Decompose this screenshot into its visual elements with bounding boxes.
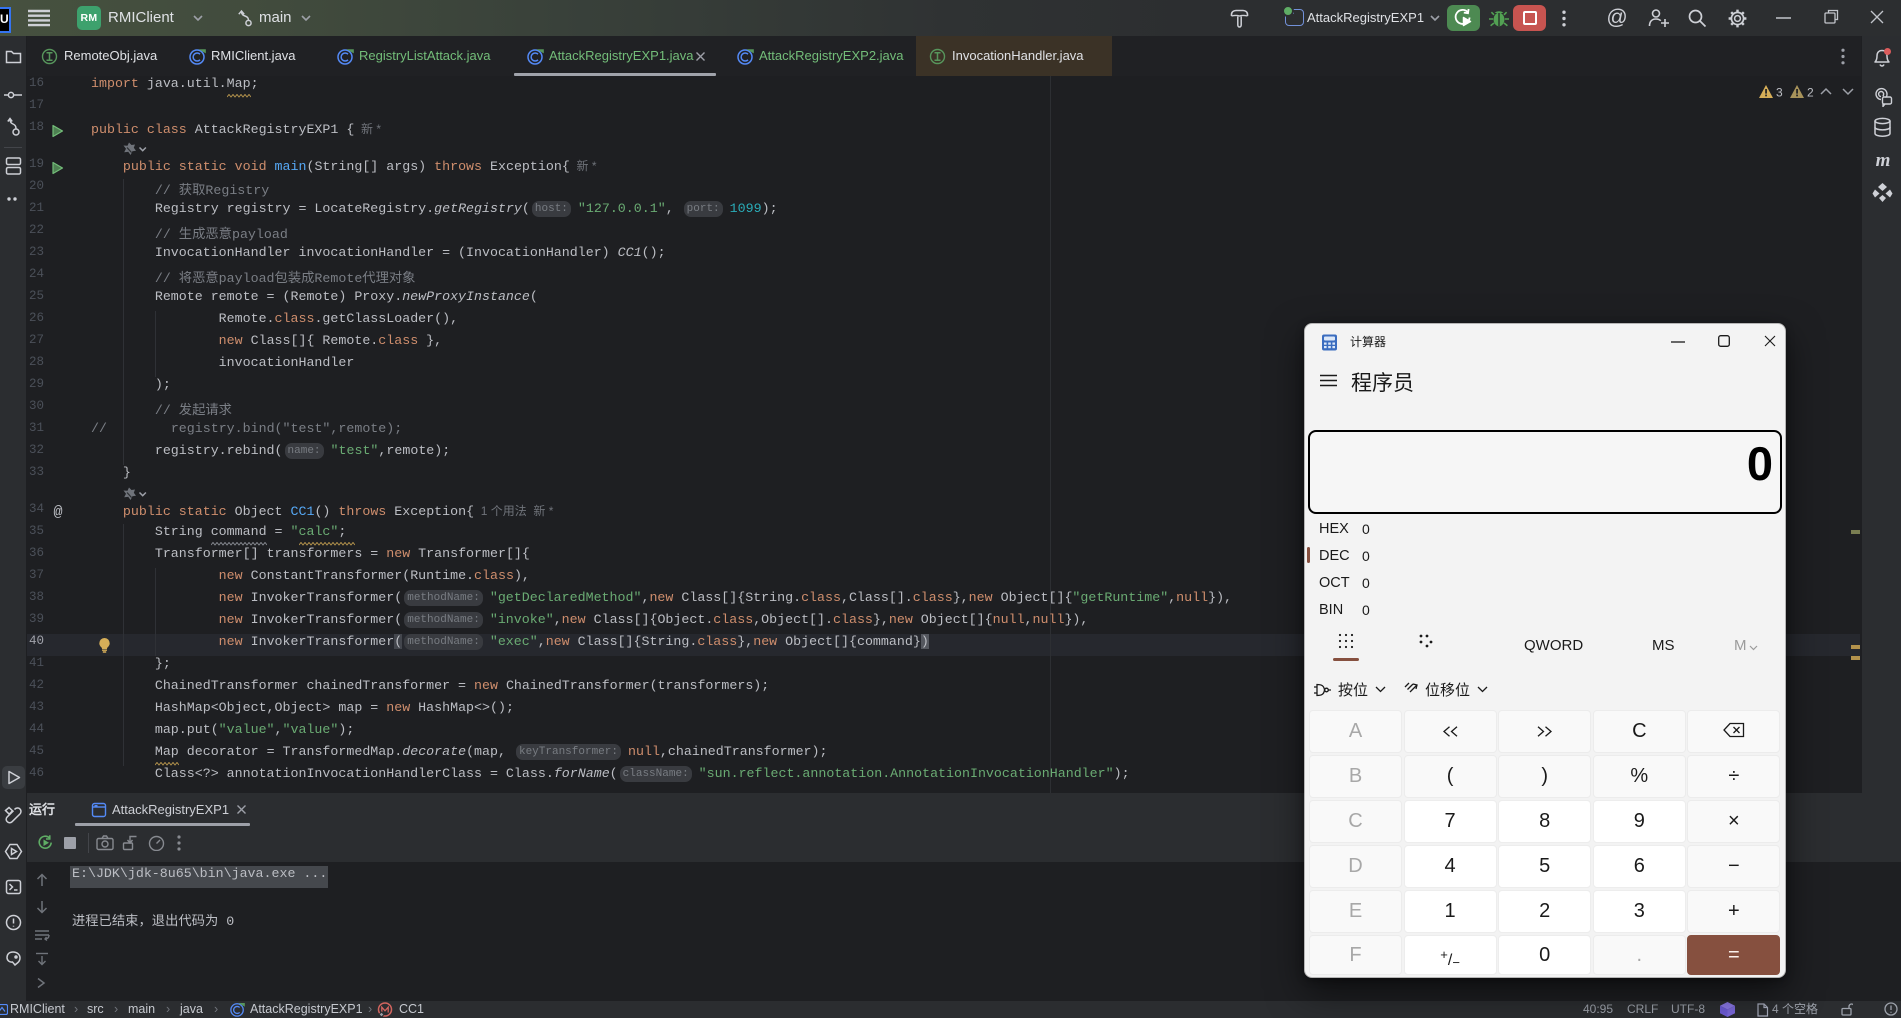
svg-text:2: 2: [1807, 86, 1814, 100]
svg-text:3: 3: [1776, 86, 1783, 100]
